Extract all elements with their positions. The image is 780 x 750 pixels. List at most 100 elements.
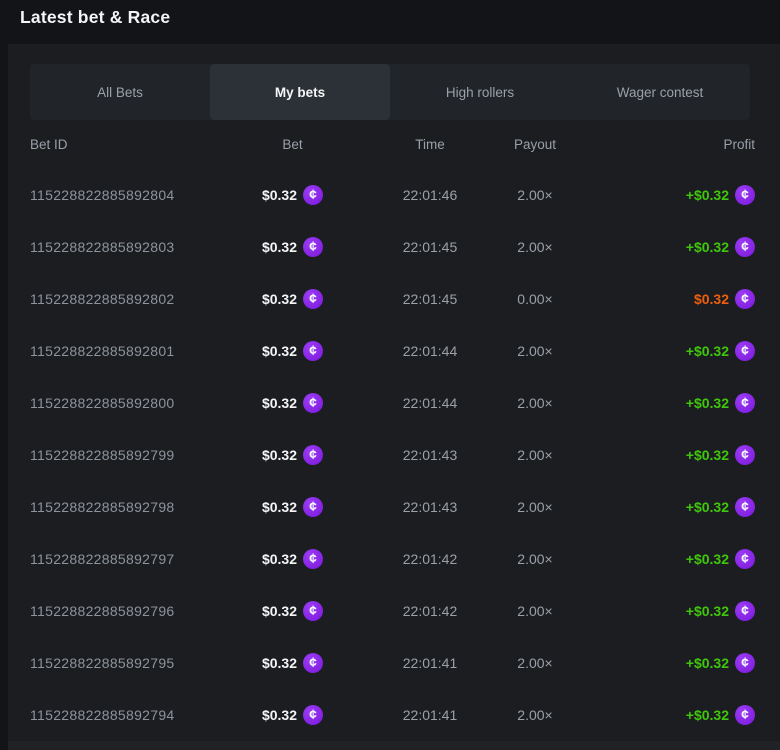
bet-profit: +$0.32 ¢ (565, 497, 755, 517)
bet-amount: $0.32 ¢ (230, 497, 355, 517)
table-body: 115228822885892804 $0.32 ¢ 22:01:46 2.00… (8, 169, 780, 741)
bet-profit-value: +$0.32 (686, 707, 729, 723)
bet-profit-value: $0.32 (694, 291, 729, 307)
bet-profit-value: +$0.32 (686, 655, 729, 671)
bet-payout: 0.00× (505, 291, 565, 307)
bet-amount-value: $0.32 (262, 499, 297, 515)
bet-id: 115228822885892794 (30, 707, 230, 723)
tab-high-rollers[interactable]: High rollers (390, 64, 570, 120)
crypto-coin-icon: ¢ (303, 185, 323, 205)
table-row[interactable]: 115228822885892800 $0.32 ¢ 22:01:44 2.00… (8, 377, 780, 429)
table-row[interactable]: 115228822885892798 $0.32 ¢ 22:01:43 2.00… (8, 481, 780, 533)
tab-all-bets[interactable]: All Bets (30, 64, 210, 120)
crypto-coin-icon: ¢ (303, 497, 323, 517)
bet-amount-value: $0.32 (262, 291, 297, 307)
bet-amount-value: $0.32 (262, 239, 297, 255)
bet-profit: +$0.32 ¢ (565, 341, 755, 361)
bet-payout: 2.00× (505, 499, 565, 515)
crypto-coin-icon: ¢ (735, 549, 755, 569)
bet-time: 22:01:44 (355, 343, 505, 359)
column-header-bet-id: Bet ID (30, 137, 230, 152)
crypto-coin-icon: ¢ (735, 341, 755, 361)
bet-time: 22:01:45 (355, 291, 505, 307)
tab-my-bets[interactable]: My bets (210, 64, 390, 120)
bet-profit-value: +$0.32 (686, 395, 729, 411)
bet-payout: 2.00× (505, 187, 565, 203)
bet-amount-value: $0.32 (262, 343, 297, 359)
bet-id: 115228822885892795 (30, 655, 230, 671)
crypto-coin-icon: ¢ (303, 549, 323, 569)
bet-profit-value: +$0.32 (686, 343, 729, 359)
table-row[interactable]: 115228822885892801 $0.32 ¢ 22:01:44 2.00… (8, 325, 780, 377)
tab-wager-contest[interactable]: Wager contest (570, 64, 750, 120)
bet-id: 115228822885892799 (30, 447, 230, 463)
crypto-coin-icon: ¢ (735, 289, 755, 309)
bet-amount-value: $0.32 (262, 603, 297, 619)
table-row[interactable]: 115228822885892796 $0.32 ¢ 22:01:42 2.00… (8, 585, 780, 637)
bet-payout: 2.00× (505, 343, 565, 359)
crypto-coin-icon: ¢ (735, 601, 755, 621)
bet-id: 115228822885892798 (30, 499, 230, 515)
bet-profit-value: +$0.32 (686, 239, 729, 255)
crypto-coin-icon: ¢ (735, 445, 755, 465)
bet-profit: +$0.32 ¢ (565, 549, 755, 569)
bet-amount-value: $0.32 (262, 187, 297, 203)
table-row[interactable]: 115228822885892794 $0.32 ¢ 22:01:41 2.00… (8, 689, 780, 741)
bet-amount: $0.32 ¢ (230, 549, 355, 569)
crypto-coin-icon: ¢ (303, 653, 323, 673)
bet-amount-value: $0.32 (262, 551, 297, 567)
bet-payout: 2.00× (505, 655, 565, 671)
bet-profit: +$0.32 ¢ (565, 601, 755, 621)
bet-payout: 2.00× (505, 395, 565, 411)
crypto-coin-icon: ¢ (735, 497, 755, 517)
bet-time: 22:01:43 (355, 447, 505, 463)
page-title: Latest bet & Race (20, 7, 170, 28)
bet-time: 22:01:44 (355, 395, 505, 411)
bet-time: 22:01:46 (355, 187, 505, 203)
bet-time: 22:01:43 (355, 499, 505, 515)
bet-profit: +$0.32 ¢ (565, 653, 755, 673)
bet-id: 115228822885892803 (30, 239, 230, 255)
bet-amount: $0.32 ¢ (230, 601, 355, 621)
bet-amount: $0.32 ¢ (230, 237, 355, 257)
latest-bets-panel: All BetsMy betsHigh rollersWager contest… (8, 44, 780, 750)
tab-bar: All BetsMy betsHigh rollersWager contest (30, 64, 750, 120)
table-row[interactable]: 115228822885892803 $0.32 ¢ 22:01:45 2.00… (8, 221, 780, 273)
table-row[interactable]: 115228822885892802 $0.32 ¢ 22:01:45 0.00… (8, 273, 780, 325)
table-row[interactable]: 115228822885892799 $0.32 ¢ 22:01:43 2.00… (8, 429, 780, 481)
bet-amount: $0.32 ¢ (230, 341, 355, 361)
bet-profit-value: +$0.32 (686, 499, 729, 515)
bet-amount-value: $0.32 (262, 447, 297, 463)
column-header-time: Time (355, 137, 505, 152)
bet-amount: $0.32 ¢ (230, 445, 355, 465)
table-header: Bet ID Bet Time Payout Profit (8, 120, 780, 169)
crypto-coin-icon: ¢ (303, 341, 323, 361)
bet-amount: $0.32 ¢ (230, 393, 355, 413)
bet-payout: 2.00× (505, 603, 565, 619)
bet-time: 22:01:45 (355, 239, 505, 255)
bet-amount: $0.32 ¢ (230, 289, 355, 309)
bet-profit-value: +$0.32 (686, 603, 729, 619)
crypto-coin-icon: ¢ (735, 237, 755, 257)
table-row[interactable]: 115228822885892795 $0.32 ¢ 22:01:41 2.00… (8, 637, 780, 689)
bet-amount-value: $0.32 (262, 395, 297, 411)
bet-id: 115228822885892800 (30, 395, 230, 411)
bet-time: 22:01:41 (355, 655, 505, 671)
bet-amount: $0.32 ¢ (230, 653, 355, 673)
bet-payout: 2.00× (505, 447, 565, 463)
bet-amount: $0.32 ¢ (230, 705, 355, 725)
table-row[interactable]: 115228822885892804 $0.32 ¢ 22:01:46 2.00… (8, 169, 780, 221)
crypto-coin-icon: ¢ (303, 705, 323, 725)
crypto-coin-icon: ¢ (735, 705, 755, 725)
bet-amount: $0.32 ¢ (230, 185, 355, 205)
bet-time: 22:01:41 (355, 707, 505, 723)
table-row[interactable]: 115228822885892797 $0.32 ¢ 22:01:42 2.00… (8, 533, 780, 585)
bet-profit: +$0.32 ¢ (565, 185, 755, 205)
bet-id: 115228822885892804 (30, 187, 230, 203)
bet-id: 115228822885892801 (30, 343, 230, 359)
bet-id: 115228822885892797 (30, 551, 230, 567)
column-header-bet: Bet (230, 137, 355, 152)
bet-amount-value: $0.32 (262, 655, 297, 671)
bet-payout: 2.00× (505, 707, 565, 723)
bet-profit-value: +$0.32 (686, 551, 729, 567)
